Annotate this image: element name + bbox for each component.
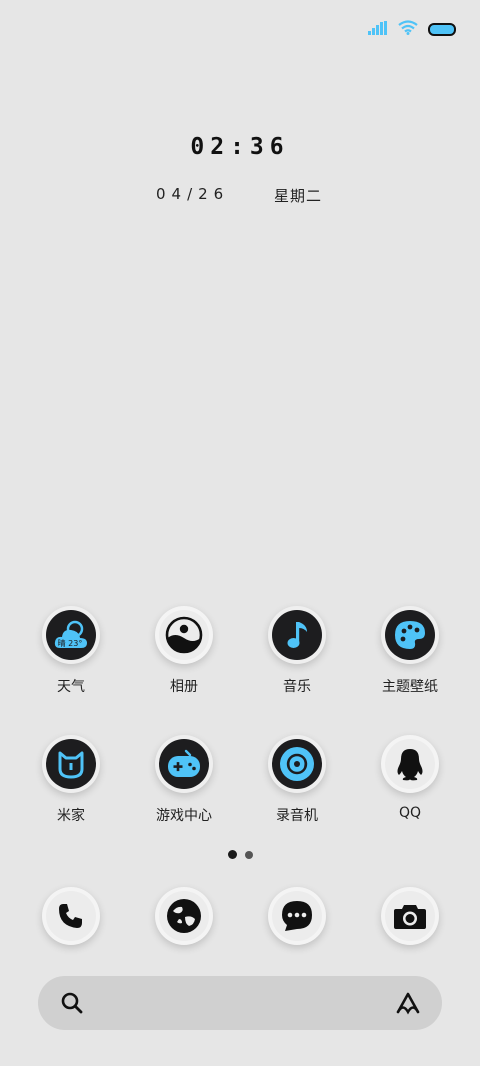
app-qq[interactable]: QQ (360, 739, 460, 821)
dock-browser[interactable] (134, 891, 234, 941)
weather-badge: 晴 23° (58, 638, 83, 648)
globe-icon (159, 891, 209, 941)
app-music[interactable]: 音乐 (247, 610, 347, 696)
app-game-center[interactable]: 游戏中心 (134, 739, 234, 825)
page-dot[interactable] (244, 851, 253, 859)
app-label-qq: QQ (398, 805, 422, 821)
app-label-music: 音乐 (283, 679, 311, 695)
home-screen: 02:36 04/26 星期二 晴 23° 天气 相册 音乐 主题壁纸 米家 游… (0, 0, 480, 1066)
app-mijia[interactable]: 米家 (21, 739, 121, 825)
music-note-icon (272, 610, 322, 660)
weather-icon: 晴 23° (46, 610, 96, 660)
dock-messages[interactable] (247, 891, 347, 941)
app-label-game-center: 游戏中心 (156, 808, 212, 824)
message-bubble-icon (272, 891, 322, 941)
battery-icon (428, 23, 456, 36)
status-bar (368, 20, 456, 39)
dock-phone[interactable] (21, 891, 121, 941)
app-label-recorder: 录音机 (276, 808, 318, 824)
qq-penguin-icon (385, 739, 435, 789)
signal-icon (368, 20, 388, 39)
app-themes[interactable]: 主题壁纸 (360, 610, 460, 696)
recorder-icon (272, 739, 322, 789)
assistant-icon[interactable] (394, 990, 422, 1020)
date-text: 04/26 (156, 185, 230, 203)
clock-time: 02:36 (190, 134, 290, 160)
app-label-weather: 天气 (57, 679, 85, 695)
search-icon[interactable] (60, 991, 84, 1019)
camera-icon (385, 891, 435, 941)
palette-icon (385, 610, 435, 660)
gallery-icon (159, 610, 209, 660)
app-label-gallery: 相册 (170, 679, 198, 695)
search-bar[interactable] (38, 976, 442, 1030)
page-indicator (0, 850, 480, 859)
weekday-text: 星期二 (274, 187, 323, 205)
mijia-icon (46, 739, 96, 789)
gamepad-icon (159, 739, 209, 789)
page-dot-active[interactable] (227, 850, 237, 859)
app-weather[interactable]: 晴 23° 天气 (21, 610, 121, 696)
dock-camera[interactable] (360, 891, 460, 941)
app-recorder[interactable]: 录音机 (247, 739, 347, 825)
app-gallery[interactable]: 相册 (134, 610, 234, 696)
app-label-themes: 主题壁纸 (382, 679, 438, 695)
app-label-mijia: 米家 (57, 808, 85, 824)
phone-icon (46, 891, 96, 941)
wifi-icon (398, 20, 418, 39)
